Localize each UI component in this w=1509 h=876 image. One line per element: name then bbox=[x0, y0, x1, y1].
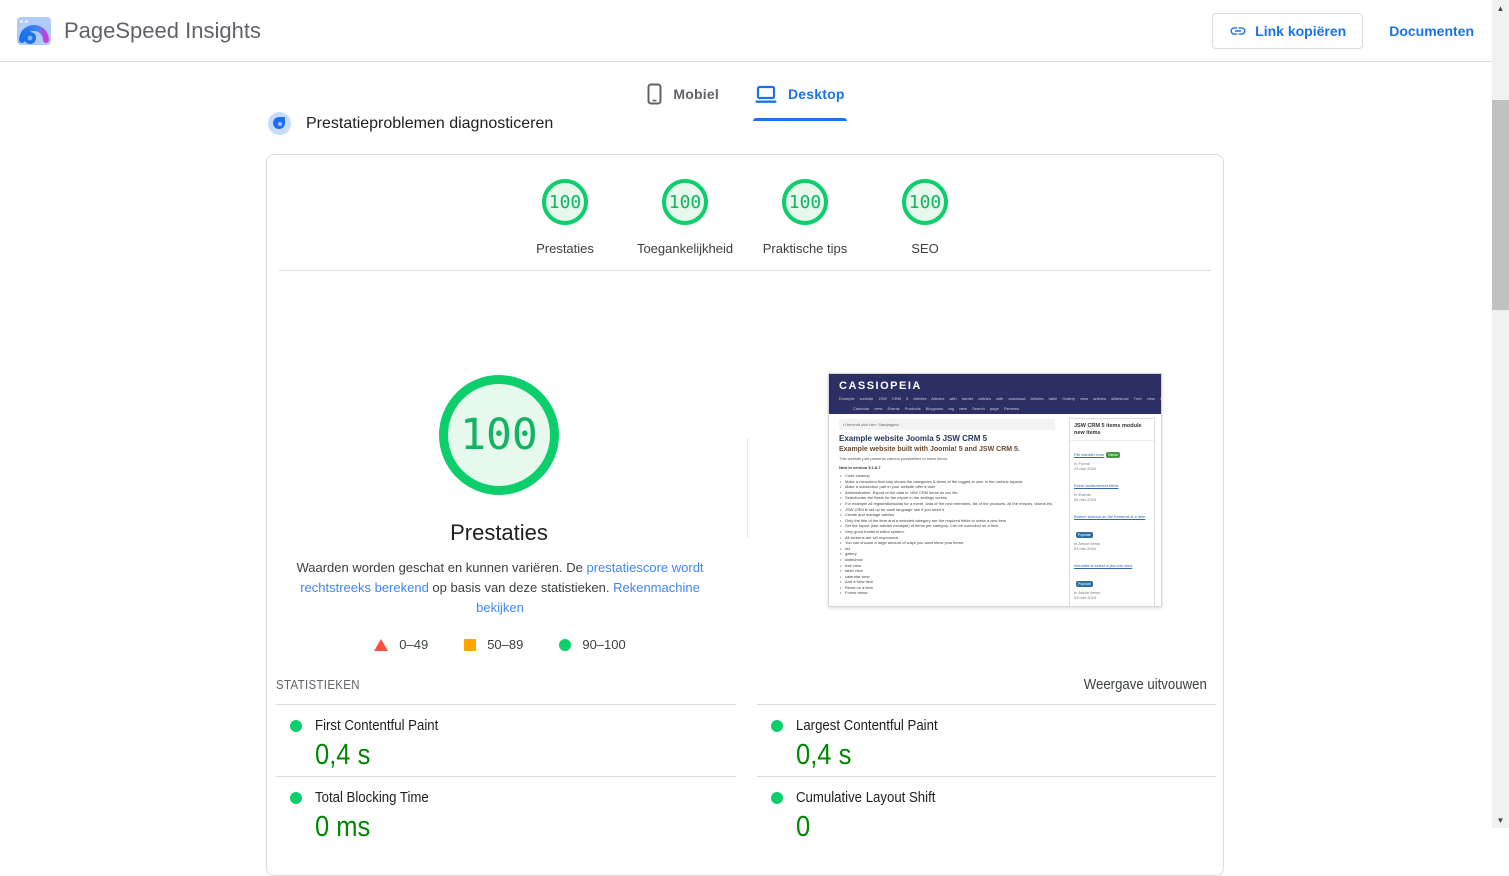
metric-status-good-icon bbox=[290, 792, 302, 804]
main-content: Mobiel Desktop Prestatieproblemen diagno… bbox=[0, 62, 1492, 828]
thumb-bullet: Forms views bbox=[839, 590, 1061, 596]
thumb-sidebar: JSW CRM 5 items module new items File tr… bbox=[1069, 418, 1155, 607]
link-icon bbox=[1229, 22, 1247, 40]
score-description: Waarden worden geschat en kunnen variëre… bbox=[279, 558, 721, 618]
pagespeed-logo[interactable]: PageSpeed Insights bbox=[16, 16, 261, 46]
thumb-sidebar-item: menuitems select a jsw crm viewPopulairI… bbox=[1070, 552, 1154, 601]
diagnose-title: Prestatieproblemen diagnosticeren bbox=[306, 115, 553, 133]
thumb-sidebar-box-new: JSW CRM 5 items module new items File tr… bbox=[1069, 418, 1155, 607]
score-legend: 0–49 50–89 90–100 bbox=[279, 637, 721, 652]
description-text: Waarden worden geschat en kunnen variëre… bbox=[296, 560, 586, 575]
card-divider bbox=[279, 270, 1211, 271]
score-item-performance[interactable]: 100 Prestaties bbox=[505, 179, 625, 256]
score-circle: 100 bbox=[902, 179, 948, 225]
metrics-header-row: STATISTIEKEN Weergave uitvouwen bbox=[276, 676, 1207, 693]
diagnose-heading-row: Prestatieproblemen diagnosticeren bbox=[268, 112, 553, 135]
thumb-intro: This website part presents various possi… bbox=[839, 456, 1061, 461]
thumb-nav-row1: Example website JSW CRM 5 Articles Artic… bbox=[839, 396, 1151, 402]
header-actions: Link kopiëren Documenten bbox=[1212, 13, 1474, 49]
diagnose-compass-icon bbox=[268, 112, 291, 135]
tab-mobile[interactable]: Mobiel bbox=[645, 75, 721, 121]
metric-status-good-icon bbox=[771, 720, 783, 732]
copy-link-button[interactable]: Link kopiëren bbox=[1212, 13, 1363, 49]
metric-value: 0,4 s bbox=[315, 739, 370, 772]
metric-lcp: Largest Contentful Paint 0,4 s bbox=[757, 704, 1217, 776]
app-header: PageSpeed Insights Link kopiëren Documen… bbox=[0, 0, 1492, 62]
legend-range: 90–100 bbox=[582, 637, 625, 652]
legend-range: 0–49 bbox=[399, 637, 428, 652]
score-circle: 100 bbox=[782, 179, 828, 225]
score-item-accessibility[interactable]: 100 Toegankelijkheid bbox=[625, 179, 745, 256]
score-item-seo[interactable]: 100 SEO bbox=[865, 179, 985, 256]
thumb-breadcrumb: U bevindt zich hier: Startpagina bbox=[839, 419, 1055, 430]
metric-fcp: First Contentful Paint 0,4 s bbox=[276, 704, 736, 776]
legend-item-poor: 0–49 bbox=[374, 637, 428, 652]
metric-label: Largest Contentful Paint bbox=[796, 717, 938, 734]
green-circle-icon bbox=[559, 639, 571, 651]
score-circle: 100 bbox=[542, 179, 588, 225]
performance-gauge: 100 bbox=[439, 375, 559, 495]
red-triangle-icon bbox=[374, 639, 388, 651]
thumb-sidebar-item: Bottom buttons on the frontend of a item… bbox=[1070, 503, 1154, 552]
thumb-sidebar-title: JSW CRM 5 items module new items bbox=[1070, 419, 1154, 441]
metric-cls: Cumulative Layout Shift 0 bbox=[757, 776, 1217, 848]
tab-desktop[interactable]: Desktop bbox=[753, 75, 847, 121]
score-label: SEO bbox=[911, 241, 938, 256]
thumb-subhead: New in version 5.1.8.7 bbox=[839, 465, 1061, 470]
report-card: 100 Prestaties 100 Toegankelijkheid 100 … bbox=[266, 154, 1224, 876]
metric-status-good-icon bbox=[771, 792, 783, 804]
thumb-main-column: Example website Joomla 5 JSW CRM 5 Examp… bbox=[839, 434, 1061, 596]
thumb-site-title: CASSIOPEIA bbox=[839, 380, 1151, 392]
thumb-sidebar-list: File transfer formNieuwIn Forms23 mei 20… bbox=[1070, 441, 1154, 607]
legend-item-average: 50–89 bbox=[464, 637, 523, 652]
expand-view-toggle[interactable]: Weergave uitvouwen bbox=[1067, 676, 1207, 693]
thumb-sidebar-item: New member form exampleIn Forms03 mei 20… bbox=[1070, 601, 1154, 607]
thumb-site-header: CASSIOPEIA Example website JSW CRM 5 Art… bbox=[829, 374, 1161, 414]
metrics-section-title: STATISTIEKEN bbox=[276, 677, 360, 692]
scroll-down-icon[interactable]: ▼ bbox=[1492, 812, 1509, 828]
score-circle: 100 bbox=[662, 179, 708, 225]
gauge-title: Prestaties bbox=[299, 520, 699, 546]
score-label: Praktische tips bbox=[763, 241, 848, 256]
metric-value: 0,4 s bbox=[796, 739, 851, 772]
scroll-up-icon[interactable]: ▲ bbox=[1492, 0, 1509, 16]
copy-link-label: Link kopiëren bbox=[1255, 23, 1346, 39]
category-scores: 100 Prestaties 100 Toegankelijkheid 100 … bbox=[267, 179, 1223, 256]
pagespeed-logo-icon bbox=[16, 16, 52, 46]
thumb-sidebar-item: Event achievement fieldsIn Events04 mei … bbox=[1070, 472, 1154, 503]
legend-item-good: 90–100 bbox=[559, 637, 625, 652]
metric-tbt: Total Blocking Time 0 ms bbox=[276, 776, 736, 848]
score-label: Prestaties bbox=[536, 241, 594, 256]
thumb-heading1: Example website Joomla 5 JSW CRM 5 bbox=[839, 434, 1061, 443]
description-text: op basis van deze statistieken. bbox=[429, 580, 613, 595]
scrollbar[interactable]: ▲ ▼ bbox=[1492, 0, 1509, 828]
device-tabs: Mobiel Desktop bbox=[0, 75, 1492, 121]
metrics-grid: First Contentful Paint 0,4 s Largest Con… bbox=[276, 704, 1216, 848]
tab-desktop-label: Desktop bbox=[788, 86, 845, 102]
documentation-link[interactable]: Documenten bbox=[1389, 23, 1474, 39]
thumb-nav-row2: Calendar view Events Products Blogposts … bbox=[853, 406, 1151, 412]
orange-square-icon bbox=[464, 639, 476, 651]
metric-label: First Contentful Paint bbox=[315, 717, 438, 734]
scrollbar-thumb[interactable] bbox=[1492, 100, 1509, 310]
page-screenshot-thumbnail[interactable]: CASSIOPEIA Example website JSW CRM 5 Art… bbox=[828, 373, 1162, 607]
metric-label: Total Blocking Time bbox=[315, 789, 429, 806]
tab-mobile-label: Mobiel bbox=[673, 86, 719, 102]
laptop-icon bbox=[755, 85, 777, 104]
metric-status-good-icon bbox=[290, 720, 302, 732]
score-item-best-practices[interactable]: 100 Praktische tips bbox=[745, 179, 865, 256]
app-title: PageSpeed Insights bbox=[64, 18, 261, 44]
phone-icon bbox=[647, 83, 662, 105]
score-label: Toegankelijkheid bbox=[637, 241, 733, 256]
legend-range: 50–89 bbox=[487, 637, 523, 652]
column-divider bbox=[747, 438, 748, 538]
thumb-sidebar-item: File transfer formNieuwIn Forms23 mei 20… bbox=[1070, 441, 1154, 472]
thumb-heading2: Example website built with Joomla! 5 and… bbox=[839, 446, 1061, 453]
metric-label: Cumulative Layout Shift bbox=[796, 789, 935, 806]
thumb-bullet-list: Code cleanupMake a menuitem that only sh… bbox=[839, 473, 1061, 596]
